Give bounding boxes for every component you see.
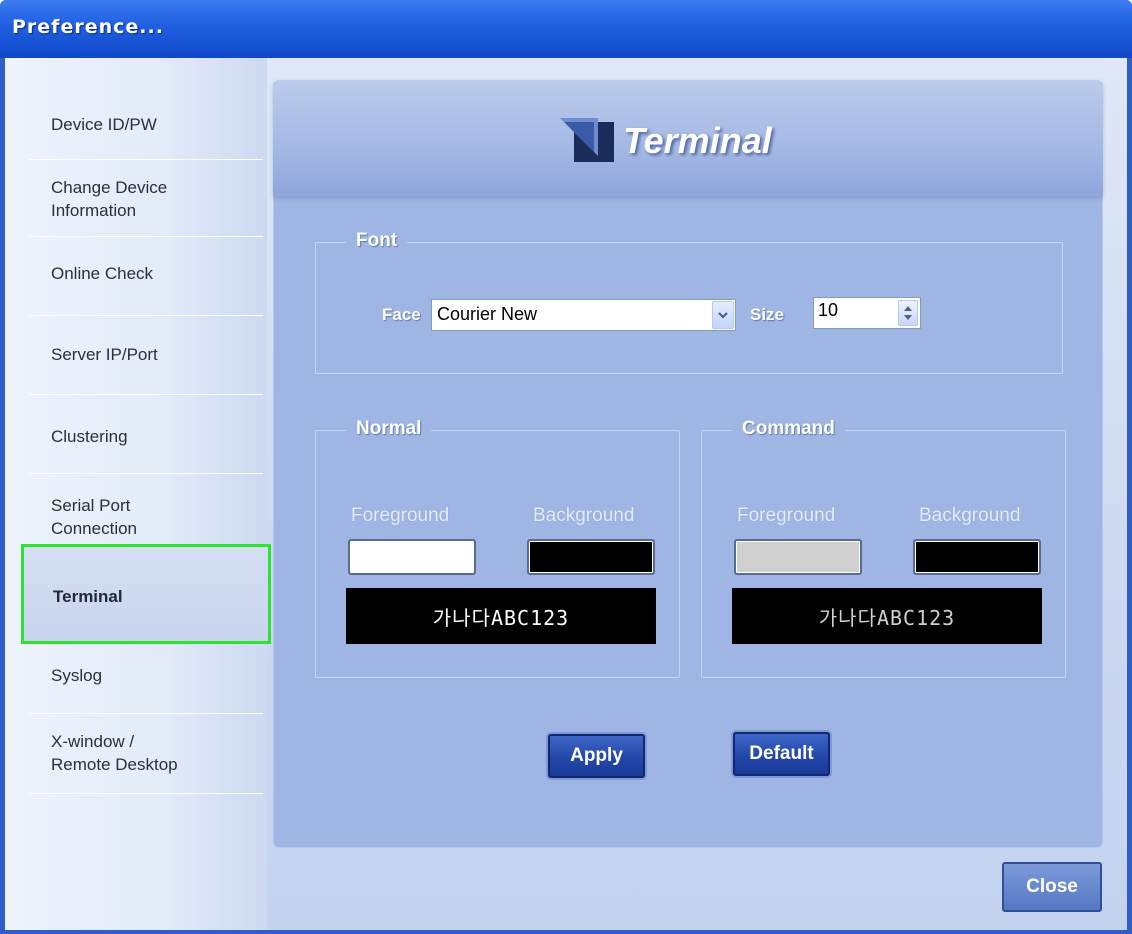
command-foreground-label: Foreground: [737, 505, 836, 526]
sidebar-item-clustering[interactable]: Clustering: [29, 395, 263, 474]
client-area: Device ID/PW Change Device Information O…: [5, 58, 1127, 930]
sidebar-item-x-window-remote-desktop[interactable]: X-window / Remote Desktop: [29, 714, 263, 794]
sidebar-item-syslog[interactable]: Syslog: [29, 644, 263, 714]
default-button[interactable]: Default: [733, 732, 830, 776]
normal-background-color-swatch[interactable]: [527, 539, 655, 575]
sidebar-item-server-ip-port[interactable]: Server IP/Port: [29, 316, 263, 395]
title-bar[interactable]: Preference...: [0, 0, 1132, 58]
sidebar-item-terminal[interactable]: Terminal: [21, 544, 271, 644]
preference-window: Preference... Device ID/PW Change Device…: [0, 0, 1132, 934]
face-label: Face: [382, 305, 421, 324]
sidebar-item-label: Syslog: [51, 666, 103, 685]
command-background-label: Background: [919, 505, 1021, 526]
close-button[interactable]: Close: [1002, 862, 1102, 912]
window-title: Preference...: [12, 16, 164, 38]
command-preview: 가나다ABC123: [732, 588, 1042, 644]
font-group: Font Face Courier New Size 10: [315, 230, 1063, 374]
normal-foreground-color-swatch[interactable]: [348, 539, 476, 575]
command-group-legend: Command: [732, 418, 845, 440]
sidebar-item-label: Device ID/PW: [51, 115, 157, 134]
sidebar-item-label: Change Device Information: [51, 178, 168, 220]
normal-preview: 가나다ABC123: [346, 588, 656, 644]
font-face-value: Courier New: [437, 304, 538, 324]
font-group-legend: Font: [346, 230, 408, 252]
sidebar-item-label: X-window / Remote Desktop: [51, 732, 178, 774]
sidebar: Device ID/PW Change Device Information O…: [5, 58, 271, 930]
font-face-select[interactable]: Courier New: [431, 299, 736, 331]
normal-foreground-label: Foreground: [351, 505, 450, 526]
sidebar-item-online-check[interactable]: Online Check: [29, 237, 263, 316]
size-label: Size: [750, 305, 785, 324]
sidebar-item-serial-port-connection[interactable]: Serial Port Connection: [29, 474, 263, 544]
apply-button[interactable]: Apply: [548, 734, 645, 778]
panel-header: Terminal: [273, 80, 1103, 196]
command-background-color-swatch[interactable]: [913, 539, 1041, 575]
sidebar-item-label: Server IP/Port: [51, 345, 158, 364]
spin-arrows-icon[interactable]: [898, 300, 918, 326]
sidebar-item-label: Terminal: [53, 587, 123, 606]
terminal-settings-panel: Terminal Font Face Courier New Size 10 N…: [273, 80, 1103, 848]
sidebar-item-label: Clustering: [51, 427, 128, 446]
chevron-down-icon[interactable]: [712, 301, 734, 329]
normal-background-label: Background: [533, 505, 635, 526]
sidebar-item-label: Online Check: [51, 264, 154, 283]
normal-color-group: Normal Foreground Background 가나다ABC123: [315, 418, 680, 678]
normal-group-legend: Normal: [346, 418, 432, 440]
sidebar-item-device-id-pw[interactable]: Device ID/PW: [29, 80, 263, 160]
panel-heading: Terminal: [623, 120, 772, 161]
font-size-value: 10: [818, 300, 839, 320]
sidebar-item-change-device-information[interactable]: Change Device Information: [29, 160, 263, 237]
arrow-icon: [560, 118, 614, 162]
font-size-spinner[interactable]: 10: [813, 297, 921, 329]
command-color-group: Command Foreground Background 가나다ABC123: [701, 418, 1066, 678]
sidebar-item-label: Serial Port Connection: [51, 496, 138, 538]
command-foreground-color-swatch[interactable]: [734, 539, 862, 575]
